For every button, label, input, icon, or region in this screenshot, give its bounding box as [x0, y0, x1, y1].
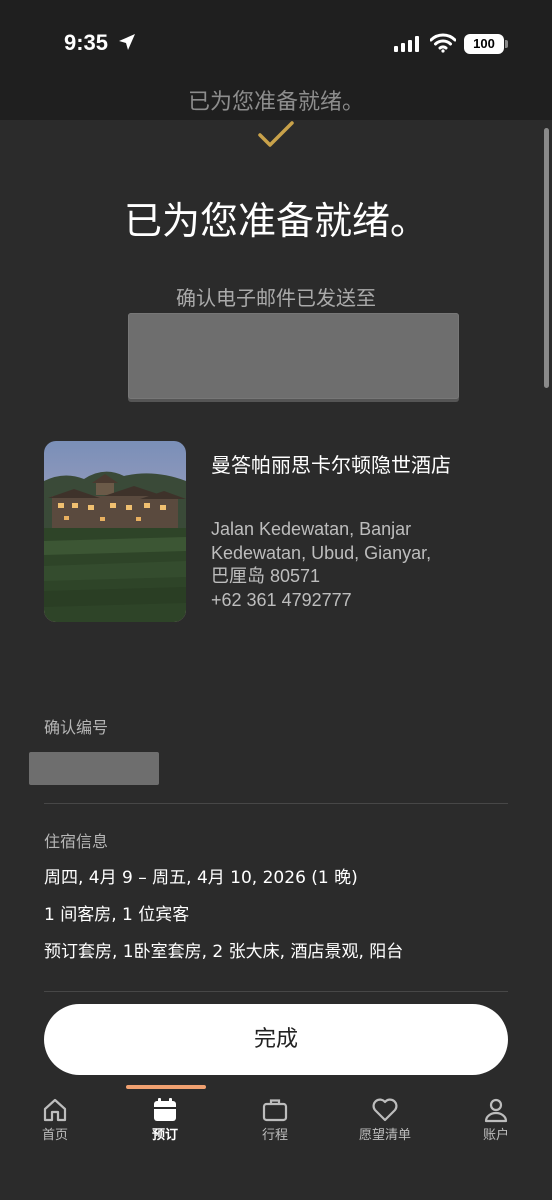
rooms-guests: 1 间客房, 1 位宾客	[44, 905, 190, 925]
briefcase-icon	[262, 1099, 288, 1122]
sticky-title: 已为您准备就绪。	[187, 90, 364, 115]
calendar-icon	[154, 1098, 176, 1121]
tab-home[interactable]: 首页	[0, 1095, 110, 1155]
room-type: 预订套房, 1卧室套房, 2 张大床, 酒店景观, 阳台	[44, 942, 404, 962]
address-line: Jalan Kedewatan, Banjar	[211, 519, 412, 539]
battery-icon: 100	[464, 34, 504, 54]
tab-label: 账户	[482, 1128, 509, 1143]
page-title: 已为您准备就绪。	[123, 199, 428, 243]
battery-nub	[505, 40, 508, 48]
stay-info-label: 住宿信息	[44, 832, 109, 851]
location-arrow-icon	[119, 34, 135, 50]
home-icon	[43, 1098, 67, 1122]
tab-wishlist[interactable]: 愿望清单	[330, 1095, 440, 1155]
cellular-signal-icon	[394, 36, 419, 52]
tab-label: 愿望清单	[358, 1128, 411, 1143]
hotel-phone[interactable]: +62 361 4792777	[211, 589, 511, 613]
hotel-address: Jalan Kedewatan, Banjar Kedewatan, Ubud,…	[211, 518, 511, 612]
tab-bar: 首页 预订 行程 愿望清单 账户	[0, 1085, 552, 1200]
status-bar: 9:35 100	[0, 0, 552, 88]
heart-icon	[372, 1098, 398, 1122]
sticky-header: 已为您准备就绪。	[0, 88, 552, 120]
divider	[44, 803, 508, 804]
tab-account[interactable]: 账户	[441, 1095, 551, 1155]
hotel-name[interactable]: 曼答帕丽思卡尔顿隐世酒店	[211, 450, 501, 480]
scrollbar[interactable]	[544, 128, 549, 388]
tab-label: 行程	[261, 1128, 288, 1143]
address-line: Kedewatan, Ubud, Gianyar,	[211, 542, 432, 563]
status-time: 9:35	[64, 30, 109, 55]
tab-label: 预订	[151, 1128, 178, 1143]
redacted-email	[128, 313, 459, 399]
checkmark-icon	[258, 121, 294, 147]
address-line: 巴厘岛 80571	[211, 566, 321, 586]
hotel-photo	[44, 441, 186, 622]
wifi-icon	[430, 33, 456, 53]
person-icon	[484, 1098, 508, 1123]
tab-bookings[interactable]: 预订	[110, 1095, 220, 1155]
tab-label: 首页	[41, 1128, 68, 1143]
done-button[interactable]: 完成	[44, 1004, 508, 1075]
stay-dates: 周四, 4月 9 – 周五, 4月 10, 2026 (1 晚)	[44, 868, 358, 888]
email-sent-label: 确认电子邮件已发送至	[176, 286, 376, 310]
confirmation-number-label: 确认编号	[44, 718, 109, 737]
active-tab-indicator	[126, 1085, 206, 1089]
redacted-confirmation-number	[29, 752, 159, 785]
divider	[44, 991, 508, 992]
tab-trips[interactable]: 行程	[220, 1095, 330, 1155]
